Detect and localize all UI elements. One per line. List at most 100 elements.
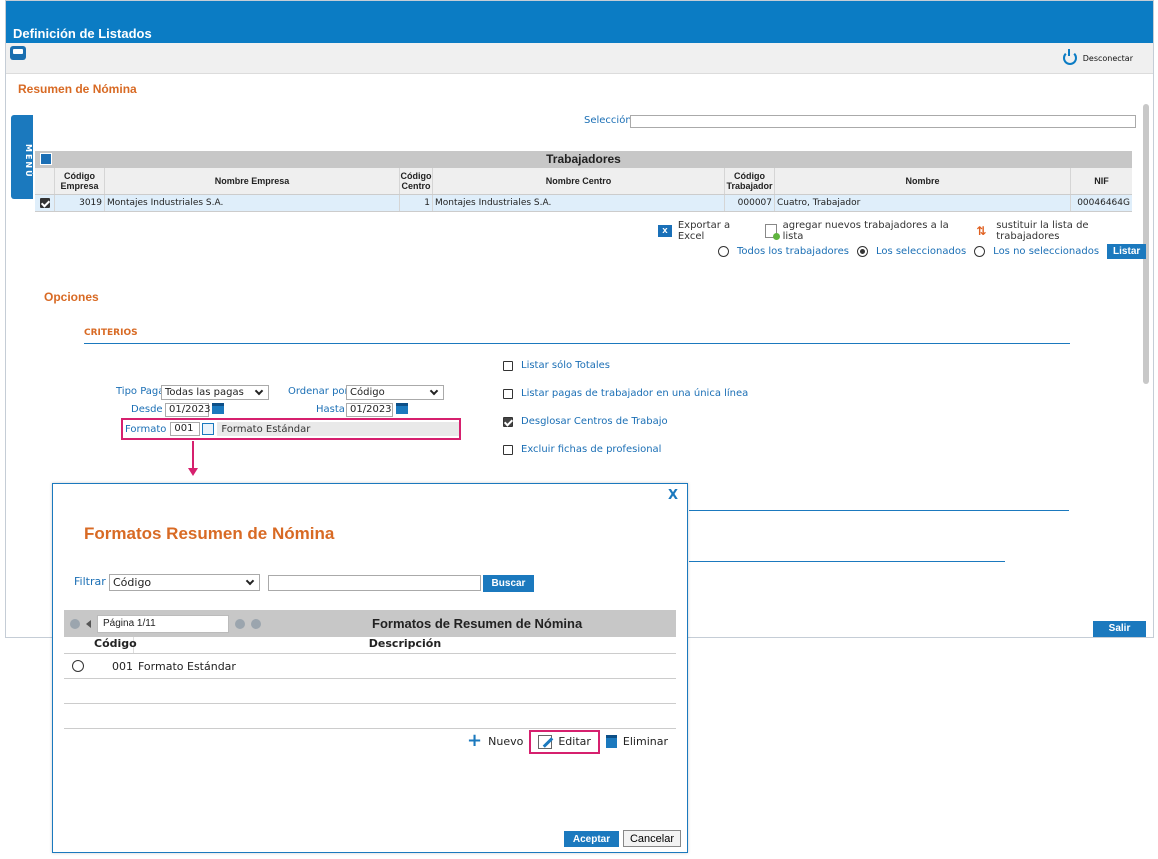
hasta-input[interactable]: 01/2023 <box>346 403 393 417</box>
export-excel-link[interactable]: Exportar a Excel <box>678 220 759 242</box>
filter-select[interactable]: Código <box>109 574 260 591</box>
radio-not-selected-label[interactable]: Los no seleccionados <box>993 246 1099 257</box>
calendar-icon[interactable] <box>212 403 224 414</box>
radio-selected[interactable] <box>856 246 868 257</box>
filter-label: Filtrar <box>74 575 106 588</box>
swap-icon[interactable]: ⇅ <box>976 225 990 237</box>
checkbox[interactable] <box>503 444 513 455</box>
formato-code-input[interactable]: 001 <box>170 422 201 436</box>
callout-arrow-head <box>188 468 198 476</box>
checkbox[interactable] <box>503 388 513 399</box>
cell-nombre-centro: Montajes Industriales S.A. <box>433 195 725 211</box>
disconnect-button[interactable]: Desconectar <box>1062 49 1133 65</box>
calendar-icon[interactable] <box>396 403 408 414</box>
search-button[interactable]: Buscar <box>483 575 534 592</box>
disconnect-label: Desconectar <box>1082 53 1133 63</box>
table-row[interactable]: 3019 Montajes Industriales S.A. 1 Montaj… <box>35 195 1132 212</box>
prev-page-icon[interactable] <box>86 619 91 628</box>
edit-icon[interactable] <box>40 153 52 165</box>
check-totales[interactable]: Listar sólo Totales <box>503 360 610 371</box>
edit-button-highlight[interactable]: Editar <box>529 729 600 754</box>
page-indicator[interactable]: Página 1/11 <box>97 614 229 633</box>
row-checkbox-cell[interactable] <box>35 195 55 211</box>
cell-description: Formato Estándar <box>138 659 236 673</box>
trash-icon[interactable] <box>605 734 617 748</box>
header-description[interactable]: Descripción <box>134 637 676 653</box>
formats-table-title-bar: Página 1/11 Formatos de Resumen de Nómin… <box>64 610 676 637</box>
header-code[interactable]: Código <box>88 637 137 653</box>
divider <box>689 561 1005 562</box>
callout-arrow-line <box>192 441 194 471</box>
menu-tab[interactable]: MENÚ <box>11 115 33 199</box>
row-radio-cell[interactable] <box>64 660 112 672</box>
last-page-icon[interactable] <box>251 618 261 629</box>
power-icon <box>1062 49 1077 65</box>
header-nombre[interactable]: Nombre <box>775 168 1071 194</box>
desde-input[interactable]: 01/2023 <box>165 403 211 417</box>
formato-name: Formato Estándar <box>217 422 459 436</box>
first-page-icon[interactable] <box>70 618 80 629</box>
selection-label: Selección <box>584 115 632 126</box>
criteria-title: CRITERIOS <box>84 328 138 338</box>
cell-code: 001 <box>112 659 133 673</box>
ordenar-label: Ordenar por <box>288 386 349 397</box>
table-row-empty <box>64 679 676 704</box>
cell-codigo-centro: 1 <box>400 195 433 211</box>
workers-actions: X Exportar a Excel agregar nuevos trabaj… <box>658 220 1153 242</box>
replace-workers-link[interactable]: sustituir la lista de trabajadores <box>996 220 1153 242</box>
delete-button[interactable]: Eliminar <box>623 735 668 748</box>
header-nif[interactable]: NIF <box>1071 168 1132 194</box>
plus-icon[interactable]: + <box>467 732 482 750</box>
tipo-paga-label: Tipo Paga <box>116 386 165 397</box>
divider <box>689 510 1069 511</box>
ordenar-select[interactable]: Código <box>346 385 444 400</box>
modal-title: Formatos Resumen de Nómina <box>84 524 335 543</box>
formato-label: Formato <box>125 423 167 435</box>
exit-button[interactable]: Salir <box>1093 621 1146 637</box>
checkbox-checked[interactable] <box>503 416 513 427</box>
accept-button[interactable]: Aceptar <box>564 831 619 847</box>
radio-not-selected[interactable] <box>974 246 986 257</box>
header-nombre-empresa[interactable]: Nombre Empresa <box>105 168 400 194</box>
check-totales-label: Listar sólo Totales <box>521 360 611 371</box>
next-page-icon[interactable] <box>235 618 245 629</box>
excel-icon[interactable]: X <box>658 225 672 237</box>
workers-table-header: Código Empresa Nombre Empresa Código Cen… <box>35 168 1132 195</box>
cell-nombre: Cuatro, Trabajador <box>775 195 1071 211</box>
form-list-icon[interactable] <box>202 423 215 435</box>
check-centros[interactable]: Desglosar Centros de Trabajo <box>503 416 668 427</box>
formats-table: Página 1/11 Formatos de Resumen de Nómin… <box>64 610 676 754</box>
check-excluir[interactable]: Excluir fichas de profesional <box>503 444 661 455</box>
workers-title-text: Trabajadores <box>546 152 621 166</box>
header-codigo-centro[interactable]: Código Centro <box>400 168 433 194</box>
inbox-icon[interactable] <box>10 46 26 60</box>
radio-all[interactable] <box>718 246 729 257</box>
header-nombre-centro[interactable]: Nombre Centro <box>433 168 725 194</box>
row-radio[interactable] <box>72 660 84 672</box>
list-button[interactable]: Listar <box>1107 244 1147 259</box>
close-icon[interactable]: X <box>668 488 678 503</box>
cell-nombre-empresa: Montajes Industriales S.A. <box>105 195 400 211</box>
check-una-linea[interactable]: Listar pagas de trabajador en una única … <box>503 388 748 399</box>
checkbox[interactable] <box>503 360 513 371</box>
add-document-icon[interactable] <box>764 224 780 240</box>
table-row[interactable]: 001 Formato Estándar <box>64 654 676 679</box>
radio-selected-label[interactable]: Los seleccionados <box>876 246 966 257</box>
radio-all-label[interactable]: Todos los trabajadores <box>737 246 849 257</box>
chevron-down-icon <box>254 386 264 396</box>
header-codigo-empresa[interactable]: Código Empresa <box>55 168 105 194</box>
selection-input[interactable] <box>630 115 1136 128</box>
edit-button[interactable]: Editar <box>558 735 591 748</box>
add-workers-link[interactable]: agregar nuevos trabajadores a la lista <box>783 220 971 242</box>
pager: Página 1/11 <box>64 614 261 633</box>
filter-text-input[interactable] <box>268 575 481 591</box>
row-checkbox[interactable] <box>39 198 50 208</box>
header-codigo-trabajador[interactable]: Código Trabajador <box>725 168 775 194</box>
window-title: Definición de Listados <box>6 1 1153 43</box>
formato-highlight: Formato 001 Formato Estándar <box>121 418 461 440</box>
new-button[interactable]: Nuevo <box>488 735 523 748</box>
cancel-button[interactable]: Cancelar <box>623 830 681 847</box>
formats-modal: X Formatos Resumen de Nómina Filtrar Cód… <box>52 483 688 853</box>
pencil-icon[interactable] <box>538 734 553 749</box>
tipo-paga-select[interactable]: Todas las pagas <box>161 385 269 400</box>
